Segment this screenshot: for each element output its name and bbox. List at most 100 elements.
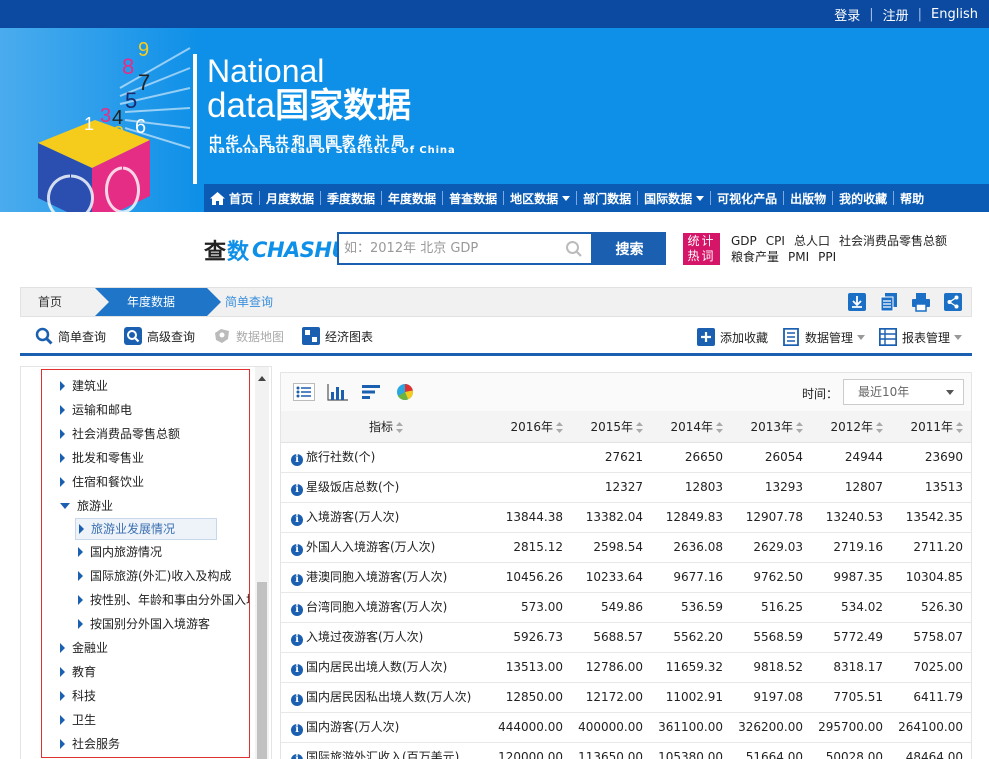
info-icon[interactable]: i [291,514,303,526]
info-icon[interactable]: i [291,754,303,759]
tree-node[interactable]: 教育 [42,660,249,684]
hot-word-link[interactable]: GDP [731,234,757,248]
search-input[interactable] [339,234,559,263]
tree-node[interactable]: 批发和零售业 [42,446,249,470]
info-icon[interactable]: i [291,724,303,736]
search-icon [35,327,53,345]
info-icon[interactable]: i [291,484,303,496]
info-icon[interactable]: i [291,544,303,556]
horizontal-bar-view-icon[interactable] [361,383,383,401]
login-link[interactable]: 登录 [825,5,869,24]
english-link[interactable]: English [922,7,987,22]
column-header-year[interactable]: 2014年 [651,411,731,443]
data-management-menu[interactable]: 数据管理 [782,328,865,346]
nav-item-quarterly[interactable]: 季度数据 [321,190,381,207]
value-cell: 10233.64 [571,562,651,593]
tree-node-selected[interactable]: 旅游业发展情况 [75,518,217,540]
info-icon[interactable]: i [291,664,303,676]
tree-node[interactable]: 科技 [42,684,249,708]
nav-item-publications[interactable]: 出版物 [784,190,832,207]
report-management-menu[interactable]: 报表管理 [878,328,962,346]
nav-item-annual[interactable]: 年度数据 [382,190,442,207]
column-header-indicator[interactable]: 指标 [281,411,491,443]
hot-word-link[interactable]: CPI [766,234,785,248]
value-cell: 50028.00 [811,742,891,759]
add-favorite-button[interactable]: 添加收藏 [696,328,768,346]
info-icon[interactable]: i [291,634,303,646]
info-icon[interactable]: i [291,454,303,466]
table-row: i 外国人入境游客(万人次) 2815.12 2598.54 2636.08 2629.0… [281,532,971,563]
nav-item-favorites[interactable]: 我的收藏 [833,190,893,207]
search-button[interactable]: 搜索 [593,232,666,265]
tree-node[interactable]: 住宿和餐饮业 [42,470,249,494]
nav-item-label: 可视化产品 [717,191,778,206]
data-map-button[interactable]: 数据地图 [213,327,284,345]
nav-item-census[interactable]: 普查数据 [443,190,503,207]
indicator-cell: i国际旅游外汇收入(百万美元) [281,742,491,759]
nav-item-visualization[interactable]: 可视化产品 [711,190,783,207]
pie-chart-view-icon[interactable] [395,383,415,401]
download-icon[interactable] [847,292,867,312]
query-toolbar: 简单查询 高级查询 数据地图 经济图表 添加收藏 数据管理 报表管理 [20,318,972,356]
info-icon[interactable]: i [291,574,303,586]
share-icon[interactable] [943,292,963,312]
tree-node[interactable]: 国际旅游(外汇)收入及构成 [42,564,249,588]
time-range-select[interactable]: 最近10年 [843,379,964,405]
tree-node[interactable]: 社会消费品零售总额 [42,422,249,446]
table-body: i 旅行社数(个) 27621 26650 26054 24944 23690 i 星级饭店总数… [281,442,971,759]
bar-chart-view-icon[interactable] [327,383,349,401]
breadcrumb-annual[interactable]: 年度数据 [95,288,221,316]
tree-node[interactable]: 金融业 [42,636,249,660]
simple-query-button[interactable]: 简单查询 [35,327,106,345]
tree-node[interactable]: 国内旅游情况 [42,540,249,564]
column-header-year[interactable]: 2013年 [731,411,811,443]
chevron-down-icon [954,334,962,340]
nav-item-international[interactable]: 国际数据 [638,190,710,207]
tree-node[interactable]: 社会服务 [42,732,249,756]
scroll-up-arrow-icon[interactable] [258,376,266,381]
caret-right-icon [78,571,83,581]
toolbar-label: 简单查询 [58,329,107,344]
scroll-thumb[interactable] [257,582,267,759]
info-icon[interactable]: i [291,694,303,706]
tree-node[interactable]: 按性别、年龄和事由分外国入境游客 [42,588,249,612]
chevron-down-icon [946,390,954,395]
table-view-icon[interactable] [293,383,315,401]
nav-item-home[interactable]: 首页 [204,190,259,207]
breadcrumb-home[interactable]: 首页 [21,288,95,316]
tree-scrollbar[interactable] [255,367,269,759]
indicator-cell: i 旅行社数(个) [281,442,491,473]
tree-node-expanded[interactable]: 旅游业 [42,494,249,518]
tree-node[interactable]: 运输和邮电 [42,398,249,422]
register-link[interactable]: 注册 [874,5,918,24]
indicator-cell: i 国内游客(万人次) [281,712,491,743]
nav-item-department[interactable]: 部门数据 [577,190,637,207]
hot-word-link[interactable]: PPI [818,250,836,264]
chashu-logo: 查数 CHASHU [204,234,349,266]
copy-icon[interactable] [879,292,899,312]
column-header-year[interactable]: 2012年 [811,411,891,443]
search-icon[interactable] [565,240,583,258]
info-icon[interactable]: i [291,604,303,616]
tree-node[interactable]: 建筑业 [42,374,249,398]
column-header-year[interactable]: 2015年 [571,411,651,443]
economic-chart-button[interactable]: 经济图表 [302,327,373,345]
tree-node-label: 国内旅游情况 [90,545,163,559]
nav-item-monthly[interactable]: 月度数据 [260,190,320,207]
hot-word-link[interactable]: 社会消费品零售总额 [839,234,947,248]
chashu-char: 查 [204,240,228,265]
column-header-year[interactable]: 2011年 [891,411,971,443]
hot-word-link[interactable]: PMI [788,250,809,264]
nav-item-regional[interactable]: 地区数据 [504,190,576,207]
tree-node[interactable]: 按国别分外国入境游客 [42,612,249,636]
hot-word-link[interactable]: 总人口 [794,234,830,248]
tree-node[interactable]: 卫生 [42,708,249,732]
nav-item-label: 部门数据 [583,191,632,206]
nav-item-help[interactable]: 帮助 [894,190,930,207]
advanced-query-button[interactable]: 高级查询 [124,327,195,345]
value-cell: 48464.00 [891,742,971,759]
hot-word-link[interactable]: 粮食产量 [731,250,779,264]
print-icon[interactable] [911,292,931,312]
toolbar-label: 数据地图 [236,329,285,344]
column-header-year[interactable]: 2016年 [491,411,571,443]
